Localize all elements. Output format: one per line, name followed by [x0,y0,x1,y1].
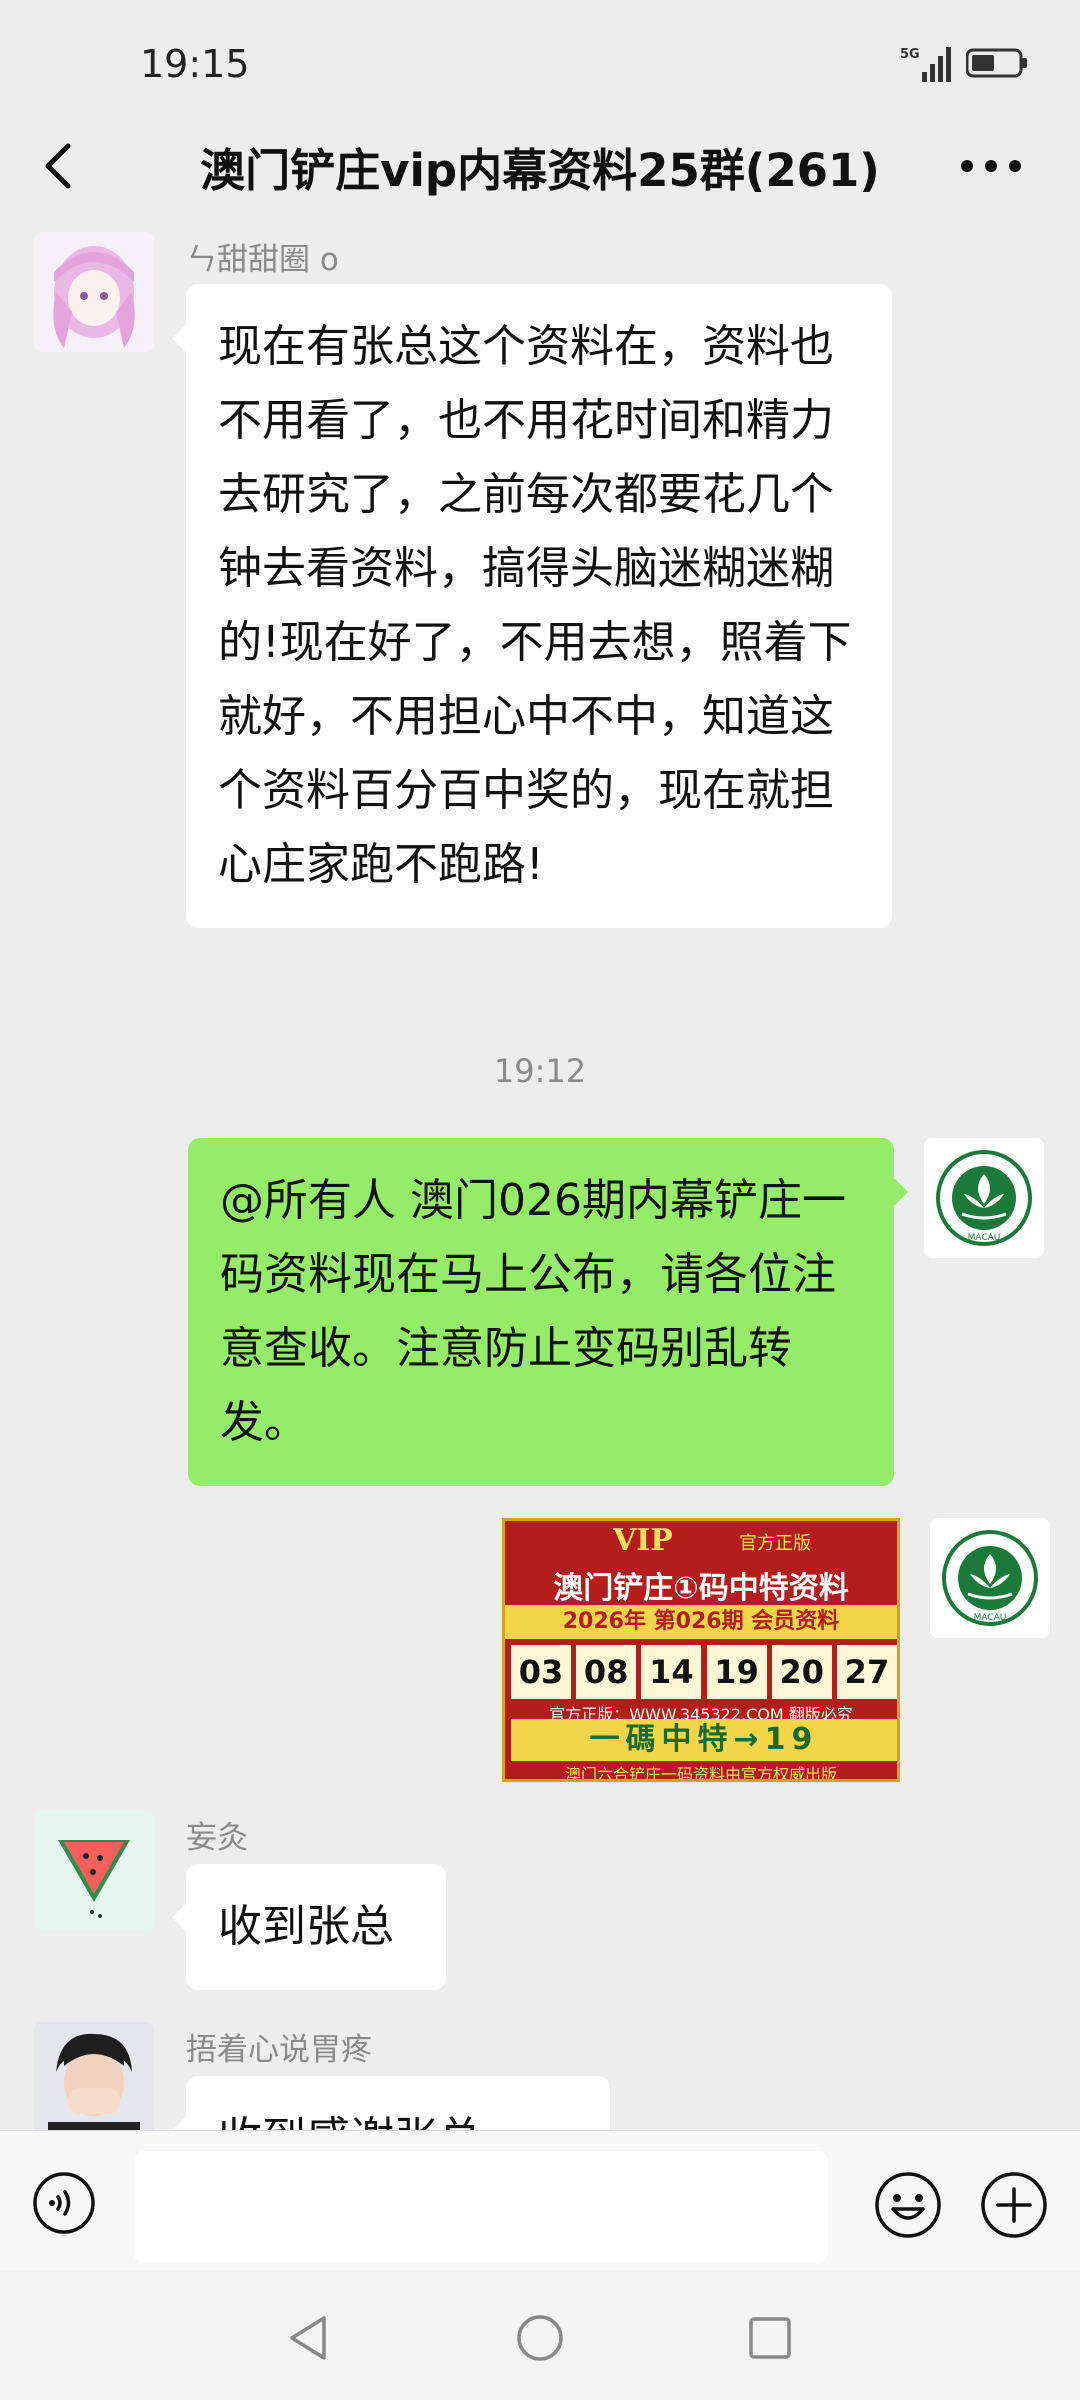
promo-number: 20 [771,1645,832,1699]
promo-numbers: 03 08 14 19 20 27 [511,1645,897,1699]
message-input[interactable] [134,2151,828,2263]
promo-number: 08 [576,1645,637,1699]
sender-name: 妄灸 [186,1820,248,1856]
promo-vip: VIP [613,1523,673,1558]
avatar-self[interactable]: MACAU [924,1138,1044,1258]
more-dots-icon[interactable] [956,138,1026,194]
avatar-self[interactable]: MACAU [930,1518,1050,1638]
promo-footer: 澳门六合铲庄一码资料由官方权威出版 [564,1765,837,1782]
avatar[interactable] [34,232,154,352]
status-time: 19:15 [140,42,250,86]
promo-number: 03 [511,1645,571,1699]
input-bar [0,2130,1080,2271]
chat-title: 澳门铲庄vip内幕资料25群(261) [200,144,880,197]
triangle-back-icon[interactable] [282,2310,338,2366]
sender-name: 捂着心说胃疼 [186,2032,372,2068]
system-navigation-bar [0,2270,1080,2400]
macau-emblem-icon: MACAU [924,1138,1044,1258]
chevron-left-icon[interactable] [30,130,86,202]
emoji-icon[interactable] [874,2171,942,2239]
message-bubble[interactable]: 现在有张总这个资料在，资料也不用看了，也不用花时间和精力去研究了，之前每次都要花… [172,284,892,928]
macau-label: MACAU [974,1613,1007,1623]
battery-icon [966,48,1027,78]
circle-home-icon[interactable] [512,2310,568,2366]
macau-emblem-icon: MACAU [930,1518,1050,1638]
plus-icon[interactable] [980,2171,1048,2239]
promo-banner: 一碼中特→19 [511,1719,897,1761]
promo-header: VIP 官方正版 [505,1521,897,1567]
message-list[interactable]: ㄣ甜甜圈 o 现在有张总这个资料在，资料也不用看了，也不用花时间和精力去研究了，… [0,222,1080,2130]
network-type-label: 5G [900,47,920,62]
sender-name: ㄣ甜甜圈 o [186,242,339,278]
promo-image[interactable]: VIP 官方正版 澳门铲庄①码中特资料 2026年 第026期 会员资料 03 … [502,1518,900,1782]
promo-title: 澳门铲庄①码中特资料 [553,1571,849,1606]
promo-tag: 官方正版 [739,1533,811,1554]
promo-number: 27 [836,1645,897,1699]
avatar[interactable] [34,2022,154,2130]
watermelon-avatar-icon [34,1810,154,1930]
promo-issue: 2026年 第026期 会员资料 [505,1605,897,1639]
message-bubble[interactable]: 收到感谢张总 [172,2076,610,2130]
anime-girl-avatar-icon [34,232,154,352]
message-bubble[interactable]: 收到张总 [172,1864,446,1990]
avatar[interactable] [34,1810,154,1930]
message-timestamp: 19:12 [493,1052,587,1090]
promo-number: 14 [641,1645,702,1699]
macau-label: MACAU [968,1233,1001,1243]
chat-header: 澳门铲庄vip内幕资料25群(261) [0,110,1080,222]
voice-icon[interactable] [32,2171,96,2235]
square-recent-icon[interactable] [742,2310,798,2366]
person-avatar-icon [34,2022,154,2130]
message-bubble-self[interactable]: @所有人 澳门026期内幕铲庄一码资料现在马上公布，请各位注意查收。注意防止变码… [188,1138,908,1486]
signal-icon: 5G [900,47,951,82]
promo-number: 19 [706,1645,767,1699]
